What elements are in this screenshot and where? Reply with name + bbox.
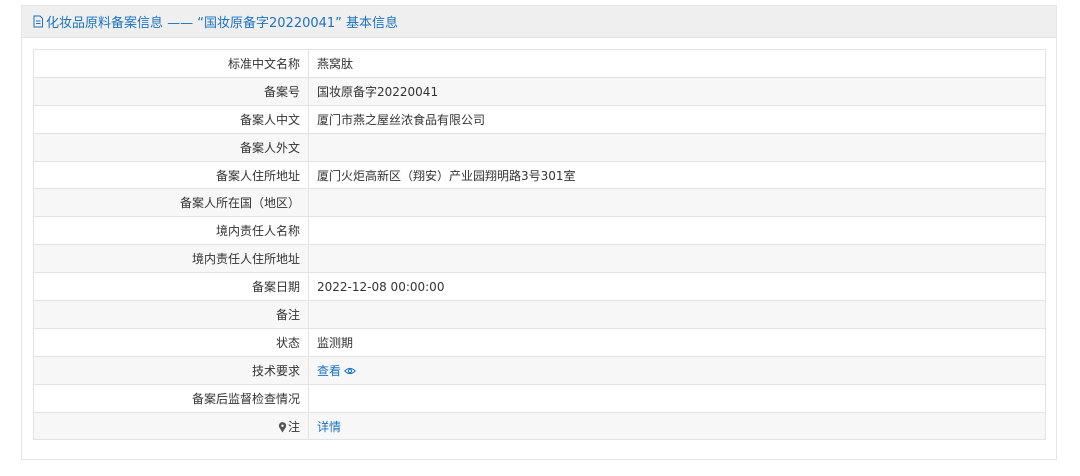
row-value: 国妆原备字20220041 bbox=[308, 76, 1046, 106]
row-value-cell: 查看 bbox=[308, 355, 1046, 385]
table-row: 备案后监督检查情况 bbox=[33, 383, 1046, 413]
row-label: 备案人所在国（地区） bbox=[33, 188, 309, 218]
view-link-text[interactable]: 查看 bbox=[317, 364, 341, 378]
table-row: 备案人中文 厦门市燕之屋丝浓食品有限公司 bbox=[33, 104, 1046, 134]
panel-header: 化妆品原料备案信息 —— “国妆原备字20220041” 基本信息 bbox=[22, 6, 1056, 38]
row-value bbox=[308, 244, 1046, 274]
row-value: 2022-12-08 00:00:00 bbox=[308, 272, 1046, 302]
view-tech-requirements-link[interactable]: 查看 bbox=[317, 364, 356, 378]
table-row: 备案人外文 bbox=[33, 132, 1046, 162]
row-value-cell: 详情 bbox=[308, 411, 1046, 441]
row-label: 备注 bbox=[33, 300, 309, 329]
row-label: 备案人中文 bbox=[33, 104, 309, 134]
table-row: 备案人所在国（地区） bbox=[33, 188, 1046, 218]
table-row: 境内责任人名称 bbox=[33, 216, 1046, 246]
row-label: 备案日期 bbox=[33, 272, 309, 302]
eye-icon[interactable] bbox=[344, 367, 356, 375]
table-row: 备案人住所地址 厦门火炬高新区（翔安）产业园翔明路3号301室 bbox=[33, 160, 1046, 190]
table-row: 标准中文名称 燕窝肽 bbox=[33, 49, 1046, 78]
pin-icon bbox=[278, 421, 287, 433]
table-row: 备注 bbox=[33, 300, 1046, 329]
row-label-cell: 注 bbox=[33, 411, 309, 441]
row-value: 监测期 bbox=[308, 327, 1046, 357]
details-link[interactable]: 详情 bbox=[317, 420, 341, 434]
row-value bbox=[308, 300, 1046, 329]
row-label: 技术要求 bbox=[33, 355, 309, 385]
row-label: 备案人外文 bbox=[33, 132, 309, 162]
record-info-panel: 化妆品原料备案信息 —— “国妆原备字20220041” 基本信息 标准中文名称… bbox=[21, 5, 1057, 460]
row-value: 燕窝肽 bbox=[308, 49, 1046, 78]
row-label: 境内责任人名称 bbox=[33, 216, 309, 246]
table-row: 技术要求 查看 bbox=[33, 355, 1046, 385]
row-value bbox=[308, 188, 1046, 218]
table-row: 境内责任人住所地址 bbox=[33, 244, 1046, 274]
table-row: 备案号 国妆原备字20220041 bbox=[33, 76, 1046, 106]
row-label: 备案号 bbox=[33, 76, 309, 106]
info-table: 标准中文名称 燕窝肽 备案号 国妆原备字20220041 备案人中文 厦门市燕之… bbox=[33, 49, 1046, 441]
row-value: 厦门市燕之屋丝浓食品有限公司 bbox=[308, 104, 1046, 134]
row-label: 备案后监督检查情况 bbox=[33, 383, 309, 413]
table-row: 状态 监测期 bbox=[33, 327, 1046, 357]
row-value bbox=[308, 132, 1046, 162]
row-value bbox=[308, 383, 1046, 413]
row-label: 备案人住所地址 bbox=[33, 160, 309, 190]
note-label: 注 bbox=[287, 419, 300, 434]
table-row: 注 详情 bbox=[33, 411, 1046, 441]
row-value: 厦门火炬高新区（翔安）产业园翔明路3号301室 bbox=[308, 160, 1046, 190]
info-table-wrap: 标准中文名称 燕窝肽 备案号 国妆原备字20220041 备案人中文 厦门市燕之… bbox=[33, 49, 1046, 441]
table-row: 备案日期 2022-12-08 00:00:00 bbox=[33, 272, 1046, 302]
row-label: 标准中文名称 bbox=[33, 49, 309, 78]
document-icon bbox=[32, 15, 44, 28]
row-value bbox=[308, 216, 1046, 246]
panel-title: 化妆品原料备案信息 —— “国妆原备字20220041” 基本信息 bbox=[46, 16, 399, 31]
row-label: 状态 bbox=[33, 327, 309, 357]
row-label: 境内责任人住所地址 bbox=[33, 244, 309, 274]
